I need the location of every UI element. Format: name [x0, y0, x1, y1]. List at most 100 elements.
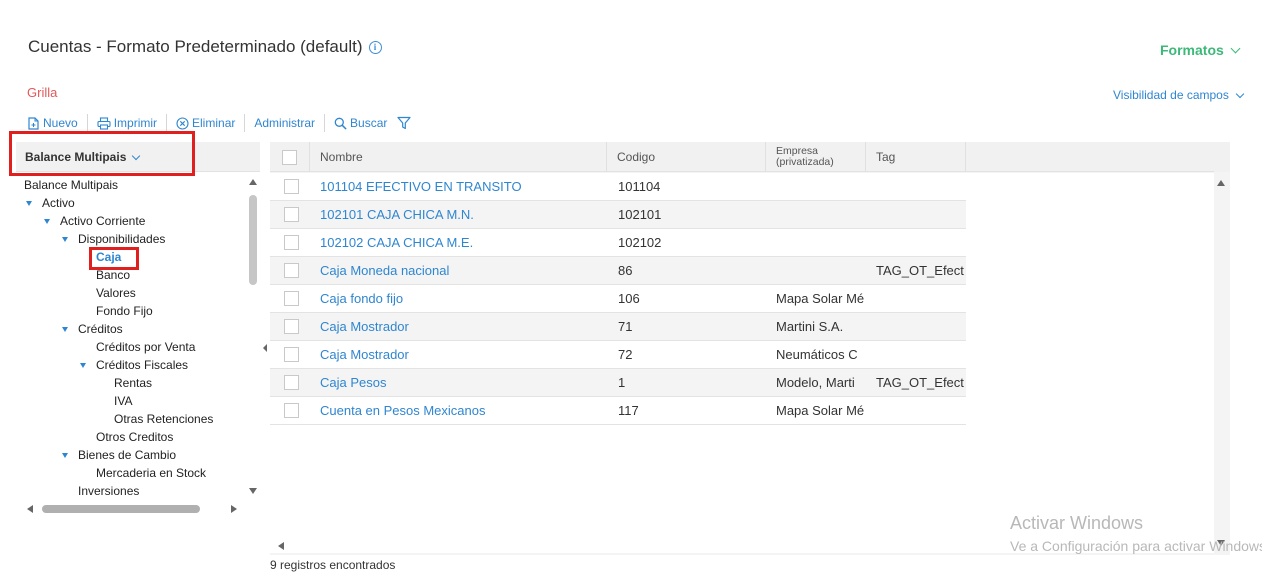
cell-name[interactable]: 102101 CAJA CHICA M.N.	[320, 201, 605, 229]
grid-header-corner	[1214, 142, 1230, 172]
print-button[interactable]: Imprimir	[88, 113, 166, 133]
cell-name[interactable]: Caja Mostrador	[320, 341, 605, 369]
cell-tag	[876, 397, 966, 425]
grid-scroll-up-icon[interactable]	[1217, 180, 1225, 186]
expand-arrow-icon[interactable]	[80, 363, 86, 368]
tree-node-label: Créditos Fiscales	[96, 358, 189, 372]
row-checkbox[interactable]	[284, 207, 299, 222]
column-company-label-2: (privatizada)	[776, 156, 834, 168]
tree-scroll-down-icon[interactable]	[249, 488, 257, 494]
grid-header: Nombre Codigo Empresa (privatizada) Tag	[270, 142, 1214, 172]
row-checkbox[interactable]	[284, 347, 299, 362]
cell-code: 1	[618, 375, 626, 390]
tree-node-label: Otros Creditos	[96, 430, 174, 444]
admin-button[interactable]: Administrar	[245, 113, 324, 133]
tree-scroll-left-icon[interactable]	[27, 505, 33, 513]
search-icon	[334, 117, 347, 130]
tree-vertical-scrollbar[interactable]	[249, 195, 257, 285]
select-all-checkbox[interactable]	[282, 149, 297, 165]
row-checkbox[interactable]	[284, 263, 299, 278]
tree-node-label: Activo Corriente	[60, 214, 146, 228]
tree-node-label: Mercaderia en Stock	[96, 466, 207, 480]
column-header-code[interactable]: Codigo	[607, 142, 766, 172]
table-row[interactable]: Caja Mostrador 71 Martini S.A.	[270, 313, 966, 341]
field-visibility-dropdown[interactable]: Visibilidad de campos	[1113, 88, 1245, 102]
tree-horizontal-scrollbar[interactable]	[42, 505, 200, 513]
column-tag-label: Tag	[876, 150, 896, 164]
cell-name[interactable]: 102102 CAJA CHICA M.E.	[320, 229, 605, 257]
cell-code: 106	[618, 291, 640, 306]
activation-watermark-title: Activar Windows	[1010, 513, 1144, 533]
formats-dropdown[interactable]: Formatos	[1160, 42, 1241, 58]
tree-scroll-up-icon[interactable]	[249, 179, 257, 185]
cell-name[interactable]: Caja Moneda nacional	[320, 257, 605, 285]
cell-code: 117	[618, 403, 639, 418]
expand-arrow-icon[interactable]	[26, 201, 32, 206]
table-row[interactable]: Cuenta en Pesos Mexicanos 117 Mapa Solar M…	[270, 397, 966, 425]
cell-tag	[876, 313, 966, 341]
row-checkbox[interactable]	[284, 403, 299, 418]
select-all-cell	[270, 142, 310, 172]
page-title: Cuentas - Formato Predeterminado (defaul…	[28, 37, 382, 57]
row-checkbox[interactable]	[284, 375, 299, 390]
new-button[interactable]: Nuevo	[27, 113, 87, 133]
column-header-company[interactable]: Empresa (privatizada)	[766, 142, 866, 172]
collapse-panel-icon[interactable]	[263, 344, 267, 352]
cell-code: 72	[618, 347, 633, 362]
cell-tag	[876, 229, 966, 257]
field-visibility-label: Visibilidad de campos	[1113, 88, 1229, 102]
tree-node-label: Balance Multipais	[24, 178, 119, 192]
view-label: Grilla	[27, 85, 58, 100]
search-label: Buscar	[350, 116, 388, 130]
table-row[interactable]: Caja Moneda nacional 86 TAG_OT_Efect	[270, 257, 966, 285]
cell-company	[776, 229, 866, 257]
expand-arrow-icon[interactable]	[62, 453, 68, 458]
table-row[interactable]: 102102 CAJA CHICA M.E. 102102	[270, 229, 966, 257]
chevron-down-icon	[1230, 43, 1241, 54]
tree-node-label: Activo	[42, 196, 75, 210]
search-button[interactable]: Buscar	[325, 113, 420, 133]
filter-icon[interactable]	[397, 116, 412, 130]
cell-name[interactable]: Caja fondo fijo	[320, 285, 605, 313]
row-checkbox[interactable]	[284, 179, 299, 194]
tree-node-label: Otras Retenciones	[114, 412, 214, 426]
expand-arrow-icon[interactable]	[62, 327, 68, 332]
tree-node-label: Valores	[96, 286, 136, 300]
row-checkbox[interactable]	[284, 235, 299, 250]
table-row[interactable]: Caja Pesos 1 Modelo, Marti TAG_OT_Efect	[270, 369, 966, 397]
row-checkbox[interactable]	[284, 291, 299, 306]
admin-label: Administrar	[254, 116, 316, 130]
table-row[interactable]: 101104 EFECTIVO EN TRANSITO 101104	[270, 173, 966, 201]
table-row[interactable]: Caja Mostrador 72 Neumáticos C	[270, 341, 966, 369]
cell-company: Mapa Solar Mé	[776, 291, 865, 306]
table-row[interactable]: 102101 CAJA CHICA M.N. 102101	[270, 201, 966, 229]
cell-tag	[876, 201, 966, 229]
table-row[interactable]: Caja fondo fijo 106 Mapa Solar Mé	[270, 285, 966, 313]
column-header-name[interactable]: Nombre	[310, 142, 607, 172]
tree-node-label: Créditos por Venta	[96, 340, 196, 354]
delete-button[interactable]: Eliminar	[167, 113, 244, 133]
cell-code: 101104	[618, 179, 661, 194]
expand-arrow-icon[interactable]	[62, 237, 68, 242]
row-checkbox[interactable]	[284, 319, 299, 334]
tree-node-label: Créditos	[78, 322, 123, 336]
delete-circle-icon	[176, 116, 189, 130]
activation-watermark-text: Ve a Configuración para activar Windows.	[1010, 538, 1262, 554]
cell-name[interactable]: Cuenta en Pesos Mexicanos	[320, 397, 605, 425]
cell-company: Modelo, Marti	[776, 375, 855, 390]
cell-name[interactable]: 101104 EFECTIVO EN TRANSITO	[320, 173, 605, 201]
cell-name[interactable]: Caja Mostrador	[320, 313, 605, 341]
printer-icon	[97, 116, 111, 130]
cell-tag	[876, 285, 966, 313]
expand-arrow-icon[interactable]	[44, 219, 50, 224]
column-header-tag[interactable]: Tag	[866, 142, 966, 172]
tree-scroll-right-icon[interactable]	[231, 505, 237, 513]
cell-company: Mapa Solar Mé	[776, 403, 865, 418]
grid-scroll-left-icon[interactable]	[278, 542, 284, 550]
page-title-text: Cuentas - Formato Predeterminado (defaul…	[28, 37, 363, 56]
highlight-box	[9, 131, 195, 176]
info-icon[interactable]: i	[368, 41, 382, 54]
delete-label: Eliminar	[192, 116, 236, 130]
cell-company	[776, 257, 866, 285]
cell-name[interactable]: Caja Pesos	[320, 369, 605, 397]
